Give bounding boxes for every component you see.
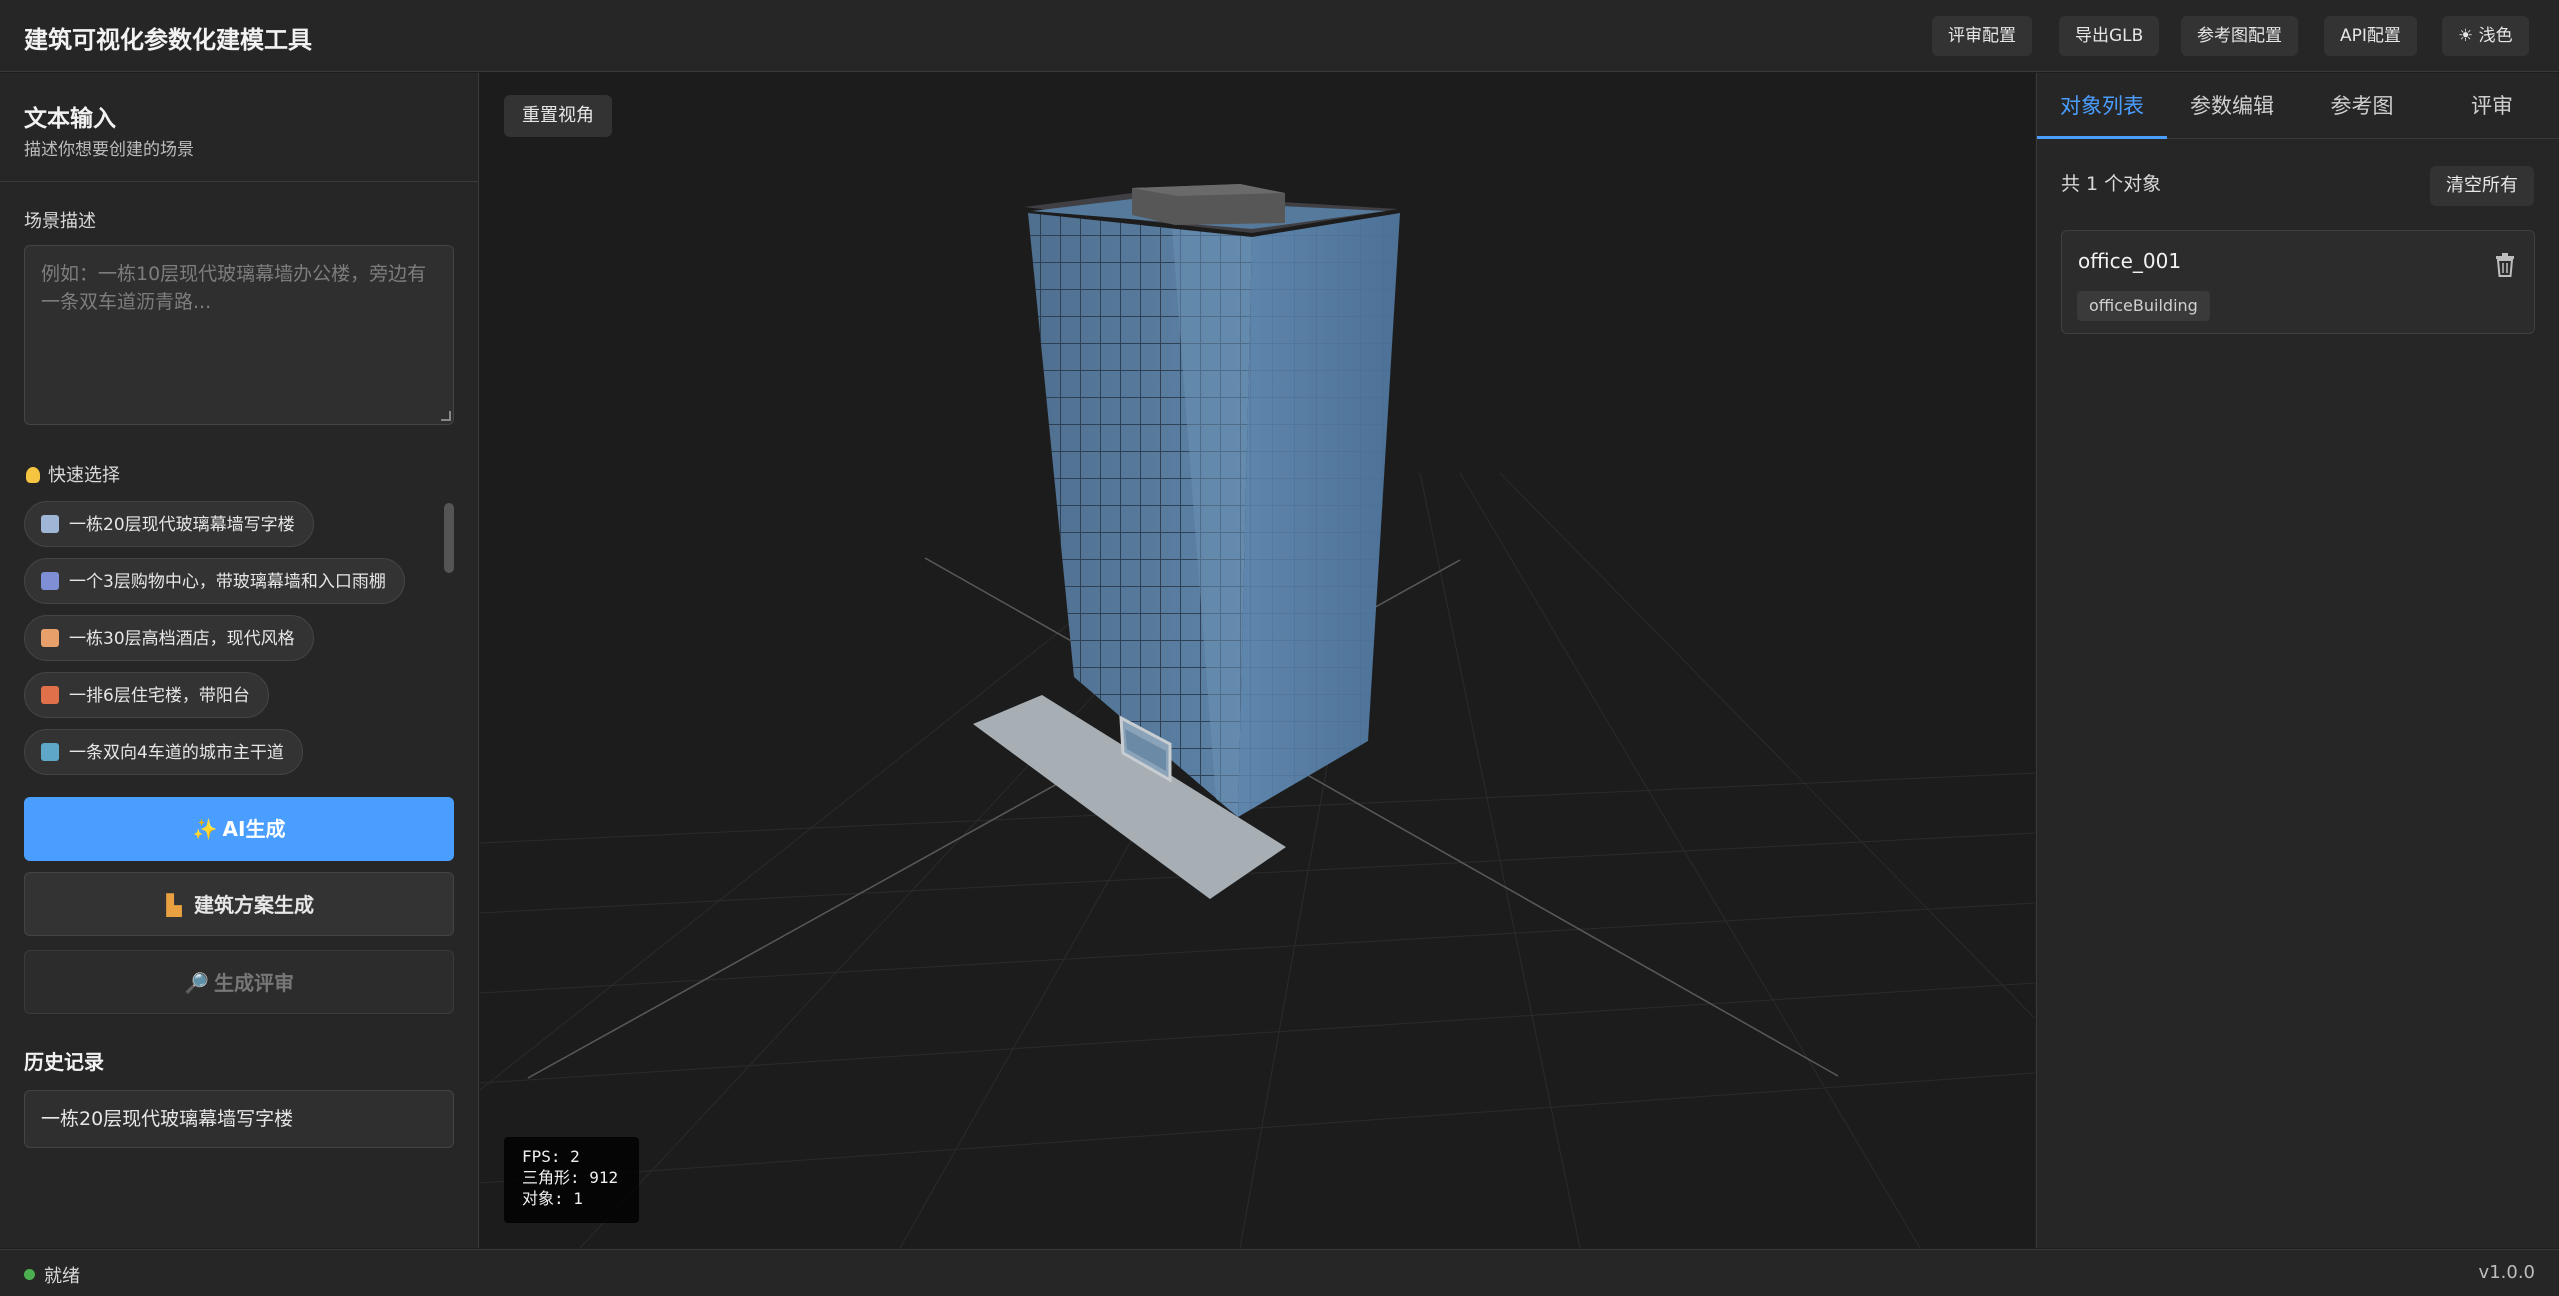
ai-generate-button[interactable]: ✨ AI生成 bbox=[24, 797, 454, 861]
history-title: 历史记录 bbox=[24, 1050, 104, 1074]
panel-title: 文本输入 bbox=[24, 106, 116, 132]
clear-all-button[interactable]: 清空所有 bbox=[2430, 166, 2534, 206]
history-item[interactable]: 一栋20层现代玻璃幕墙写字楼 bbox=[24, 1090, 454, 1148]
status-bar: 就绪 v1.0.0 bbox=[0, 1249, 2559, 1296]
hotel-icon bbox=[41, 629, 59, 647]
reference-config-button[interactable]: 参考图配置 bbox=[2181, 16, 2298, 56]
architecture-plan-button[interactable]: ▙ 建筑方案生成 bbox=[24, 872, 454, 936]
3d-viewport[interactable]: 重置视角 FPS: 2 三角形: 912 对象: 1 bbox=[480, 73, 2035, 1248]
app-title: 建筑可视化参数化建模工具 bbox=[24, 26, 312, 54]
tab-parameter-edit[interactable]: 参数编辑 bbox=[2167, 73, 2297, 139]
object-name: office_001 bbox=[2078, 249, 2182, 273]
quick-item[interactable]: 一条双向4车道的城市主干道 bbox=[24, 729, 303, 775]
fps-readout: FPS: 2 bbox=[522, 1147, 580, 1166]
render-stats: FPS: 2 三角形: 912 对象: 1 bbox=[504, 1137, 639, 1223]
triangle-count: 三角形: 912 bbox=[522, 1168, 619, 1187]
divider bbox=[0, 181, 479, 182]
api-config-button[interactable]: API配置 bbox=[2324, 16, 2417, 56]
status-text: 就绪 bbox=[44, 1266, 80, 1287]
quick-select-label: 快速选择 bbox=[48, 465, 120, 486]
review-config-button[interactable]: 评审配置 bbox=[1932, 16, 2032, 56]
quick-select-heading: 快速选择 bbox=[26, 461, 120, 487]
object-count-readout: 对象: 1 bbox=[522, 1189, 583, 1208]
scene-canvas bbox=[480, 184, 2035, 1248]
shopping-mall-icon bbox=[41, 572, 59, 590]
blueprint-icon: ▙ bbox=[166, 893, 182, 917]
panel-tabs: 对象列表 参数编辑 参考图 评审 bbox=[2037, 73, 2559, 139]
quick-item[interactable]: 一个3层购物中心，带玻璃幕墙和入口雨棚 bbox=[24, 558, 405, 604]
version-label: v1.0.0 bbox=[2478, 1262, 2535, 1283]
scene-description-input[interactable] bbox=[24, 245, 454, 425]
office-building-icon bbox=[41, 515, 59, 533]
object-card[interactable]: office_001 officeBuilding bbox=[2061, 230, 2535, 334]
app-header: 建筑可视化参数化建模工具 评审配置 导出GLB 参考图配置 API配置 ☀ 浅色 bbox=[0, 0, 2559, 72]
theme-toggle-button[interactable]: ☀ 浅色 bbox=[2442, 16, 2529, 56]
text-input-panel: 文本输入 描述你想要创建的场景 场景描述 快速选择 一栋20层现代玻璃幕墙写字楼… bbox=[0, 73, 479, 1248]
sparkles-icon: ✨ bbox=[192, 817, 218, 841]
trash-icon[interactable] bbox=[2494, 253, 2516, 277]
quick-select-scrollbar[interactable] bbox=[444, 503, 454, 573]
road-icon bbox=[41, 743, 59, 761]
panel-subtitle: 描述你想要创建的场景 bbox=[24, 140, 194, 160]
object-count: 共 1 个对象 bbox=[2061, 173, 2162, 195]
status-indicator bbox=[24, 1269, 35, 1280]
quick-item[interactable]: 一排6层住宅楼，带阳台 bbox=[24, 672, 269, 718]
scene-label: 场景描述 bbox=[24, 211, 96, 232]
object-type-badge: officeBuilding bbox=[2077, 291, 2210, 321]
house-icon bbox=[41, 686, 59, 704]
resize-handle[interactable] bbox=[441, 411, 451, 421]
tab-review[interactable]: 评审 bbox=[2427, 73, 2557, 139]
quick-item[interactable]: 一栋30层高档酒店，现代风格 bbox=[24, 615, 314, 661]
generate-review-button[interactable]: 🔎 生成评审 bbox=[24, 950, 454, 1014]
tab-reference-image[interactable]: 参考图 bbox=[2297, 73, 2427, 139]
quick-item[interactable]: 一栋20层现代玻璃幕墙写字楼 bbox=[24, 501, 314, 547]
reset-view-button[interactable]: 重置视角 bbox=[504, 95, 612, 137]
lightbulb-icon bbox=[26, 467, 40, 483]
magnifier-icon: 🔎 bbox=[184, 971, 209, 995]
export-glb-button[interactable]: 导出GLB bbox=[2059, 16, 2160, 56]
tab-object-list[interactable]: 对象列表 bbox=[2037, 73, 2167, 139]
object-panel: 对象列表 参数编辑 参考图 评审 共 1 个对象 清空所有 office_001… bbox=[2036, 73, 2559, 1248]
